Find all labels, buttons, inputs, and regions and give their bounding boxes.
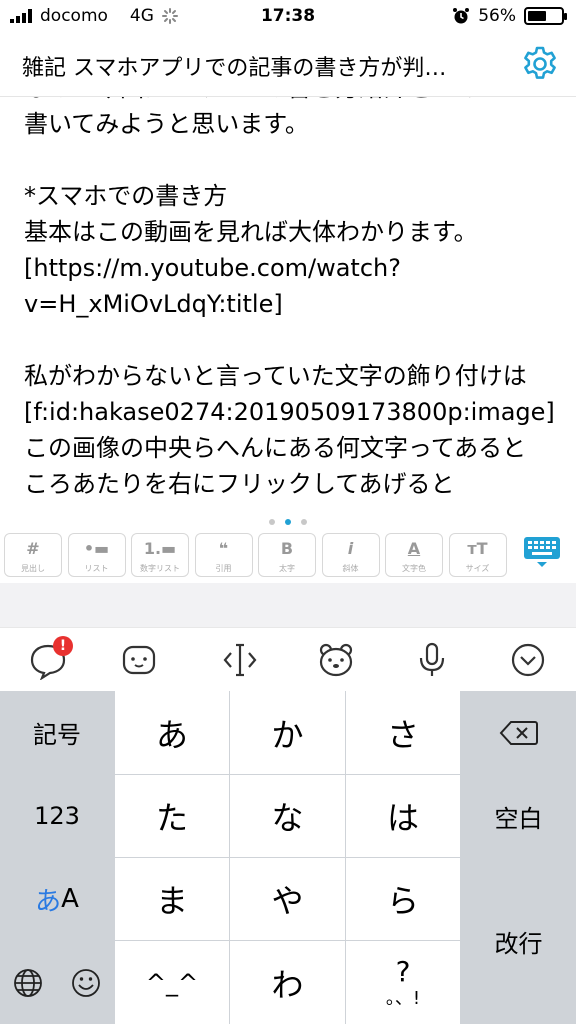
key-wa[interactable]: わ [230,941,345,1024]
editor-line: 私がわからないと言っていた文字の飾り付けは [24,362,527,390]
quote-label: 引用 [215,564,232,573]
key-ma[interactable]: ま [115,858,229,940]
heading-label: 見出し [21,564,45,573]
page-dot [301,519,307,525]
editor-line: この画像の中央らへんにある何文字ってあると [24,434,527,462]
alarm-icon [453,8,470,24]
bear-icon[interactable] [316,640,356,680]
battery-percent: 56% [478,6,516,26]
punct-question: ? [395,954,411,988]
bold-button[interactable]: B 太字 [258,533,316,577]
italic-button[interactable]: i 斜体 [321,533,380,577]
japanese-flick-keyboard: 記号 123 あA あ か さ た な は ま や ら ^_^ わ ? 。、! … [0,691,576,1024]
gear-icon[interactable] [520,44,560,84]
numbered-list-label: 数字リスト [140,564,180,573]
space-key[interactable]: 空白 [461,775,576,857]
accessory-spacer [0,583,576,627]
bold-icon: B [280,539,294,558]
editor-header: 雑記 スマホアプリでの記事の書き方が判… [0,32,576,97]
key-kaomoji[interactable]: ^_^ [115,941,229,1024]
page-dot [269,519,275,525]
list-button[interactable]: •▬ リスト [67,533,126,577]
kana-alpha-toggle-key[interactable]: あA [0,858,114,940]
globe-icon[interactable] [0,941,56,1024]
text-color-button[interactable]: A 文字色 [385,533,443,577]
battery-icon [524,7,567,25]
quote-button[interactable]: ❝ 引用 [194,533,253,577]
number-key[interactable]: 123 [0,775,114,857]
text-color-label: 文字色 [402,564,426,573]
heading-button[interactable]: # 見出し [4,533,62,577]
text-color-icon: A [407,539,421,558]
list-label: リスト [84,564,109,573]
key-punctuation[interactable]: ? 。、! [346,941,460,1024]
text-size-icon: ᴛT [467,539,488,558]
italic-label: 斜体 [342,564,359,573]
key-a[interactable]: あ [115,691,229,774]
editor-line: 基本はこの動画を見れば大体わかります。 [24,218,478,246]
editor-line: *スマホでの書き方 [24,182,228,210]
kana-toggle-alpha: A [61,884,79,914]
key-na[interactable]: な [230,775,345,857]
quote-icon: ❝ [218,539,229,558]
editor-line: ころあたりを右にフリックしてあげると [24,470,455,498]
page-dot [285,519,291,525]
key-ya[interactable]: や [230,858,345,940]
list-icon: •▬ [83,539,110,558]
status-bar: docomo 4G 17:38 56% [0,0,576,32]
bold-label: 太字 [279,564,295,573]
article-title[interactable]: 雑記 スマホアプリでの記事の書き方が判… [22,50,502,82]
format-toolbar: # 見出し •▬ リスト 1.▬ 数字リスト ❝ 引用 B 太字 i 斜体 A 文字色 ᴛT サイズ [0,531,576,581]
numbered-list-button[interactable]: 1.▬ 数字リスト [131,533,189,577]
emoji-face-icon[interactable] [119,640,159,680]
symbol-key[interactable]: 記号 [0,691,114,774]
key-ra[interactable]: ら [346,858,460,940]
toolbar-page-indicator [0,519,576,529]
kana-toggle-hiragana: あ [35,886,62,917]
backspace-key[interactable] [461,691,576,774]
key-ka[interactable]: か [230,691,345,774]
editor-line: 書いてみようと思います。 [24,110,309,138]
notification-badge: ! [53,636,73,656]
editor-line: [https://m.youtube.com/watch? [24,254,401,282]
heading-icon: # [26,539,40,558]
text-size-label: サイズ [465,564,490,573]
numbered-list-icon: 1.▬ [143,539,177,558]
key-ha[interactable]: は [346,775,460,857]
emoji-key-icon[interactable] [57,941,114,1024]
chevron-down-circle-icon[interactable] [508,640,548,680]
article-body-editor[interactable]: なので今回はスマホでの書き方紹介をスマホで書いてみようと思います。 *スマホでの書… [0,97,576,515]
italic-icon: i [347,539,354,558]
editor-line: なので今回はスマホでの書き方紹介をスマホで [24,97,564,106]
editor-line: v=H_xMiOvLdqY:title] [24,290,283,318]
microphone-icon[interactable] [412,640,452,680]
cursor-move-icon[interactable] [220,640,260,680]
article-body-text[interactable]: なので今回はスマホでの書き方紹介をスマホで書いてみようと思います。 *スマホでの書… [24,97,564,502]
key-ta[interactable]: た [115,775,229,857]
keyboard-icon[interactable] [522,535,562,569]
keyboard-toolbar: ! [0,627,576,692]
editor-line: [f:id:hakase0274:20190509173800p:image] [24,398,555,426]
punct-marks: 。、! [385,987,421,1009]
text-size-button[interactable]: ᴛT サイズ [448,533,507,577]
return-key[interactable]: 改行 [461,858,576,1024]
key-sa[interactable]: さ [346,691,460,774]
